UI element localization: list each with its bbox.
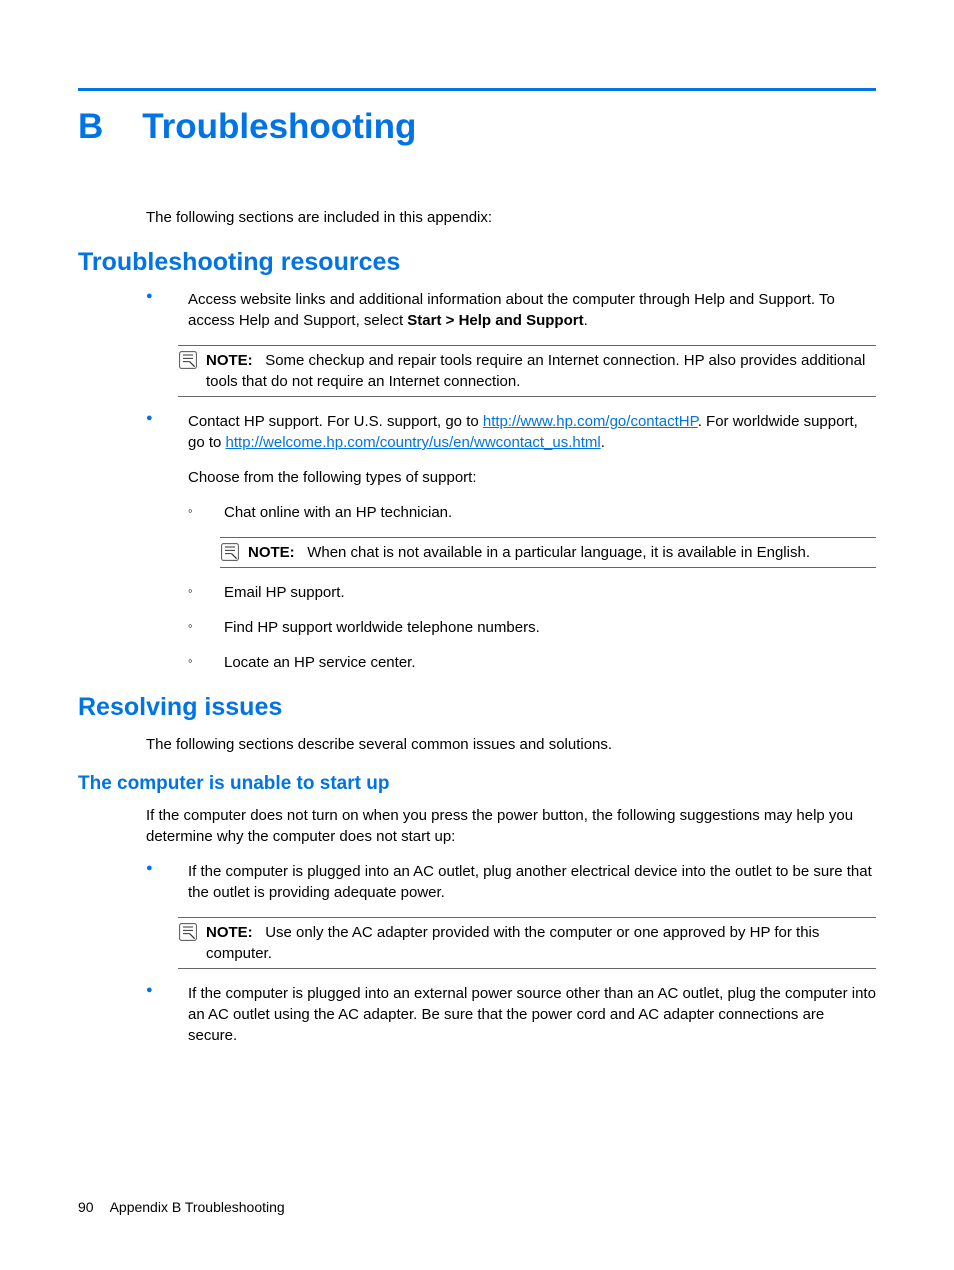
note-icon xyxy=(178,922,198,942)
intro-text: The following sections are included in t… xyxy=(146,207,876,228)
section1-heading: Troubleshooting resources xyxy=(78,248,876,277)
note-box-3: NOTE: Use only the AC adapter provided w… xyxy=(178,917,876,969)
note3-text: Use only the AC adapter provided with th… xyxy=(206,924,819,962)
note1-label: NOTE: xyxy=(206,352,253,369)
note-box-2: NOTE: When chat is not available in a pa… xyxy=(220,537,876,568)
top-rule xyxy=(78,88,876,91)
note2-label: NOTE: xyxy=(248,544,295,561)
appendix-letter: B xyxy=(78,107,103,146)
page-number: 90 xyxy=(78,1199,94,1215)
footer-text: Appendix B Troubleshooting xyxy=(110,1199,285,1215)
s1-choose: Choose from the following types of suppo… xyxy=(188,467,876,488)
s1-b2-post: . xyxy=(601,434,605,451)
note-box-1: NOTE: Some checkup and repair tools requ… xyxy=(178,345,876,397)
link-wwcontact[interactable]: http://welcome.hp.com/country/us/en/wwco… xyxy=(226,434,601,451)
note-icon xyxy=(178,350,198,370)
note3-label: NOTE: xyxy=(206,924,253,941)
s1-sub2: Email HP support. xyxy=(188,582,876,603)
s1-bullet2: Contact HP support. For U.S. support, go… xyxy=(146,411,876,673)
page-footer: 90 Appendix B Troubleshooting xyxy=(78,1199,285,1215)
s1-bullet1: Access website links and additional info… xyxy=(146,289,876,331)
s2-intro: The following sections describe several … xyxy=(146,734,876,755)
section2-heading: Resolving issues xyxy=(78,693,876,722)
s1-sub3: Find HP support worldwide telephone numb… xyxy=(188,617,876,638)
note1-text: Some checkup and repair tools require an… xyxy=(206,352,865,390)
section2-subheading: The computer is unable to start up xyxy=(78,773,876,795)
s2-bullet2: If the computer is plugged into an exter… xyxy=(146,983,876,1046)
page-title: B Troubleshooting xyxy=(78,107,876,147)
note2-text: When chat is not available in a particul… xyxy=(307,544,810,561)
s1-b2-pre: Contact HP support. For U.S. support, go… xyxy=(188,413,483,430)
s1-sub4: Locate an HP service center. xyxy=(188,652,876,673)
s2-para1: If the computer does not turn on when yo… xyxy=(146,805,876,847)
link-contacthp[interactable]: http://www.hp.com/go/contactHP xyxy=(483,413,698,430)
s1-b1-post: . xyxy=(584,312,588,329)
note-icon xyxy=(220,542,240,562)
s1-sub1: Chat online with an HP technician. xyxy=(188,502,876,523)
s2-bullet1: If the computer is plugged into an AC ou… xyxy=(146,861,876,903)
title-text: Troubleshooting xyxy=(142,107,416,146)
s1-b1-bold: Start > Help and Support xyxy=(407,312,583,329)
